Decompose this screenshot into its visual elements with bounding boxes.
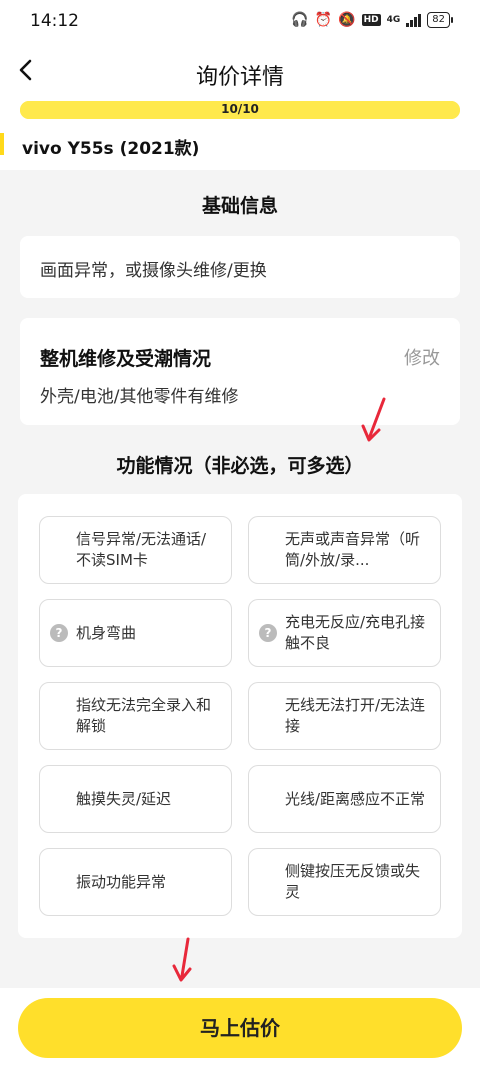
battery-level: 82 — [432, 14, 445, 25]
alarm-icon: ⏰ — [314, 12, 333, 28]
option-label: 指纹无法完全录入和解锁 — [76, 696, 212, 735]
hd-badge: HD — [361, 14, 381, 26]
option-touch[interactable]: 触摸失灵/延迟 — [39, 765, 232, 833]
signal-icon — [406, 13, 422, 27]
nav-bar: 询价详情 — [0, 50, 480, 98]
option-label: 振动功能异常 — [76, 872, 167, 891]
option-light-sensor[interactable]: 光线/距离感应不正常 — [248, 765, 441, 833]
status-time: 14:12 — [30, 11, 79, 31]
option-wireless[interactable]: 无线无法打开/无法连接 — [248, 682, 441, 750]
progress-bar: 10/10 — [20, 101, 460, 119]
option-label: 侧键按压无反馈或失灵 — [285, 862, 421, 901]
option-label: 充电无反应/充电孔接触不良 — [285, 613, 426, 652]
device-model: vivo Y55s (2021款) — [22, 139, 200, 159]
option-side-key[interactable]: 侧键按压无反馈或失灵 — [248, 848, 441, 916]
basic-info-title: 基础信息 — [201, 195, 278, 217]
function-options-grid: 信号异常/无法通话/不读SIM卡 无声或声音异常（听筒/外放/录... ? 机身弯… — [18, 494, 462, 938]
help-icon[interactable]: ? — [259, 624, 277, 642]
option-label: 无线无法打开/无法连接 — [285, 696, 426, 735]
option-label: 无声或声音异常（听筒/外放/录... — [285, 530, 421, 569]
repair-condition-value: 外壳/电池/其他零件有维修 — [40, 387, 239, 407]
status-bar: 14:12 🎧 ⏰ 🔕 HD 4G 82 — [0, 0, 480, 44]
option-sound[interactable]: 无声或声音异常（听筒/外放/录... — [248, 516, 441, 584]
function-title: 功能情况（非必选，可多选） — [116, 455, 364, 477]
edit-button[interactable]: 修改 — [404, 344, 440, 370]
option-body-bend[interactable]: ? 机身弯曲 — [39, 599, 232, 667]
get-quote-button[interactable]: 马上估价 — [18, 998, 462, 1058]
repair-condition-card[interactable]: 整机维修及受潮情况 修改 外壳/电池/其他零件有维修 — [20, 318, 460, 425]
headphones-icon: 🎧 — [291, 12, 309, 28]
red-arrow-icon — [172, 937, 192, 982]
option-label: 机身弯曲 — [76, 623, 137, 642]
red-arrow-icon — [361, 397, 386, 442]
progress-label: 10/10 — [221, 102, 259, 116]
battery-icon: 82 — [427, 12, 453, 28]
page-title: 询价详情 — [195, 65, 284, 90]
bell-off-icon: 🔕 — [338, 12, 356, 28]
option-charging[interactable]: ? 充电无反应/充电孔接触不良 — [248, 599, 441, 667]
status-icons: 🎧 ⏰ 🔕 HD 4G 82 — [291, 12, 453, 28]
option-label: 触摸失灵/延迟 — [76, 789, 172, 808]
header-area: 14:12 🎧 ⏰ 🔕 HD 4G 82 询价详情 10/10 vivo Y55… — [0, 0, 480, 170]
help-icon[interactable]: ? — [50, 624, 68, 642]
option-label: 光线/距离感应不正常 — [285, 789, 426, 808]
option-vibration[interactable]: 振动功能异常 — [39, 848, 232, 916]
option-label: 信号异常/无法通话/不读SIM卡 — [76, 530, 207, 569]
network-type: 4G — [386, 15, 401, 25]
option-signal[interactable]: 信号异常/无法通话/不读SIM卡 — [39, 516, 232, 584]
screen-condition-card[interactable]: 画面异常，或摄像头维修/更换 — [20, 236, 460, 298]
model-accent-bar — [0, 133, 4, 155]
repair-condition-heading: 整机维修及受潮情况 — [40, 348, 212, 370]
screen-condition-value: 画面异常，或摄像头维修/更换 — [40, 261, 267, 281]
option-fingerprint[interactable]: 指纹无法完全录入和解锁 — [39, 682, 232, 750]
